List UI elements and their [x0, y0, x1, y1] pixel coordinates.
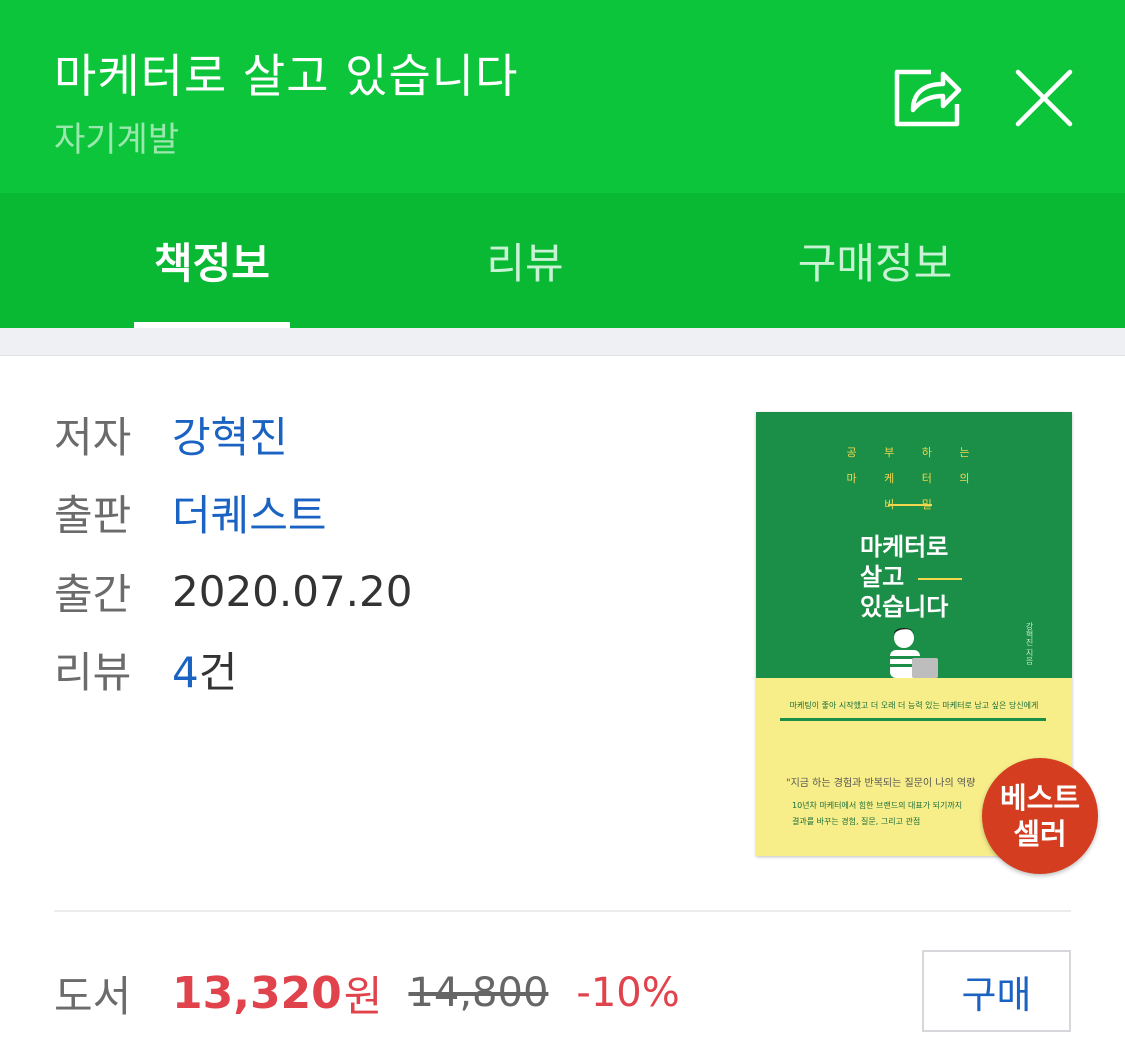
- badge-line1: 베스트: [999, 781, 1081, 815]
- bestseller-badge: 베스트 셀러: [982, 758, 1098, 874]
- cover-title: 마케터로 살고 있습니다: [860, 532, 948, 622]
- cover-dash-title: [918, 578, 962, 580]
- price-label: 도서: [54, 971, 132, 1021]
- close-icon: [1015, 69, 1073, 127]
- author-link[interactable]: 강혁진: [172, 404, 288, 465]
- cover-text-line1: 10년차 마케터에서 힘한 브랜드의 대표가 되기까지: [792, 801, 963, 810]
- book-category: 자기계발: [54, 120, 180, 160]
- share-icon: [894, 69, 962, 127]
- cover-divider: [780, 718, 1046, 721]
- author-row: 저자 강혁진: [54, 404, 288, 464]
- tab-reviews[interactable]: 리뷰: [440, 193, 610, 328]
- book-title: 마케터로 살고 있습니다: [54, 49, 519, 103]
- tab-book-info[interactable]: 책정보: [134, 193, 290, 328]
- cover-text-line2: 결과를 바꾸는 경험, 질문, 그리고 관점: [792, 817, 921, 826]
- cover-author: 강혁진 지음: [1025, 622, 1034, 665]
- price-divider: [54, 910, 1071, 912]
- review-label: 리뷰: [54, 647, 132, 697]
- review-count: 4: [172, 647, 199, 697]
- discount-rate: -10%: [576, 970, 680, 1016]
- cover-top-panel: 공 부 하 는 마 케 터 의 비 밀 마케터로 살고 있습니다 강혁진 지음: [756, 412, 1072, 678]
- cover-title-line3: 있습니다: [860, 592, 949, 621]
- cover-illustration: [890, 628, 938, 678]
- badge-line2: 셀러: [1013, 817, 1067, 851]
- price-row: 도서 13,320 원 14,800 -10%: [54, 962, 680, 1024]
- close-button[interactable]: [1010, 64, 1078, 132]
- cover-subtitle-line1: 공 부 하 는: [846, 446, 982, 459]
- publisher-link[interactable]: 더퀘스트: [172, 482, 327, 543]
- review-unit: 건: [198, 647, 238, 697]
- publish-date-label: 출간: [54, 569, 132, 619]
- sale-price: 13,320: [172, 967, 342, 1019]
- original-price: 14,800: [408, 970, 549, 1016]
- review-row: 리뷰 4건: [54, 639, 237, 699]
- sale-price-currency: 원: [343, 971, 383, 1021]
- section-separator: [0, 328, 1125, 356]
- buy-button[interactable]: 구매: [922, 950, 1071, 1032]
- tab-purchase-info[interactable]: 구매정보: [760, 193, 990, 328]
- author-label: 저자: [54, 412, 132, 462]
- publisher-row: 출판 더퀘스트: [54, 482, 327, 542]
- share-button[interactable]: [891, 62, 963, 134]
- app-header: 마케터로 살고 있습니다 자기계발: [0, 0, 1125, 193]
- cover-dash-top: [888, 504, 932, 506]
- publish-date-row: 출간 2020.07.20: [54, 561, 412, 621]
- cover-subtitle-line2: 마 케 터 의: [846, 472, 982, 485]
- review-count-link[interactable]: 4건: [172, 639, 237, 700]
- publisher-label: 출판: [54, 490, 132, 540]
- cover-title-line1: 마케터로: [860, 532, 949, 561]
- cover-quote: "지금 하는 경험과 반복되는 질문이 나의 역량: [786, 778, 976, 789]
- cover-tagline: 마케팅이 좋아 시작했고 더 오래 더 능력 있는 마케터로 남고 싶은 당신에…: [789, 701, 1039, 710]
- tab-bar: 책정보 리뷰 구매정보: [0, 193, 1125, 328]
- cover-title-line2: 살고: [860, 562, 905, 591]
- publish-date-value: 2020.07.20: [172, 566, 413, 616]
